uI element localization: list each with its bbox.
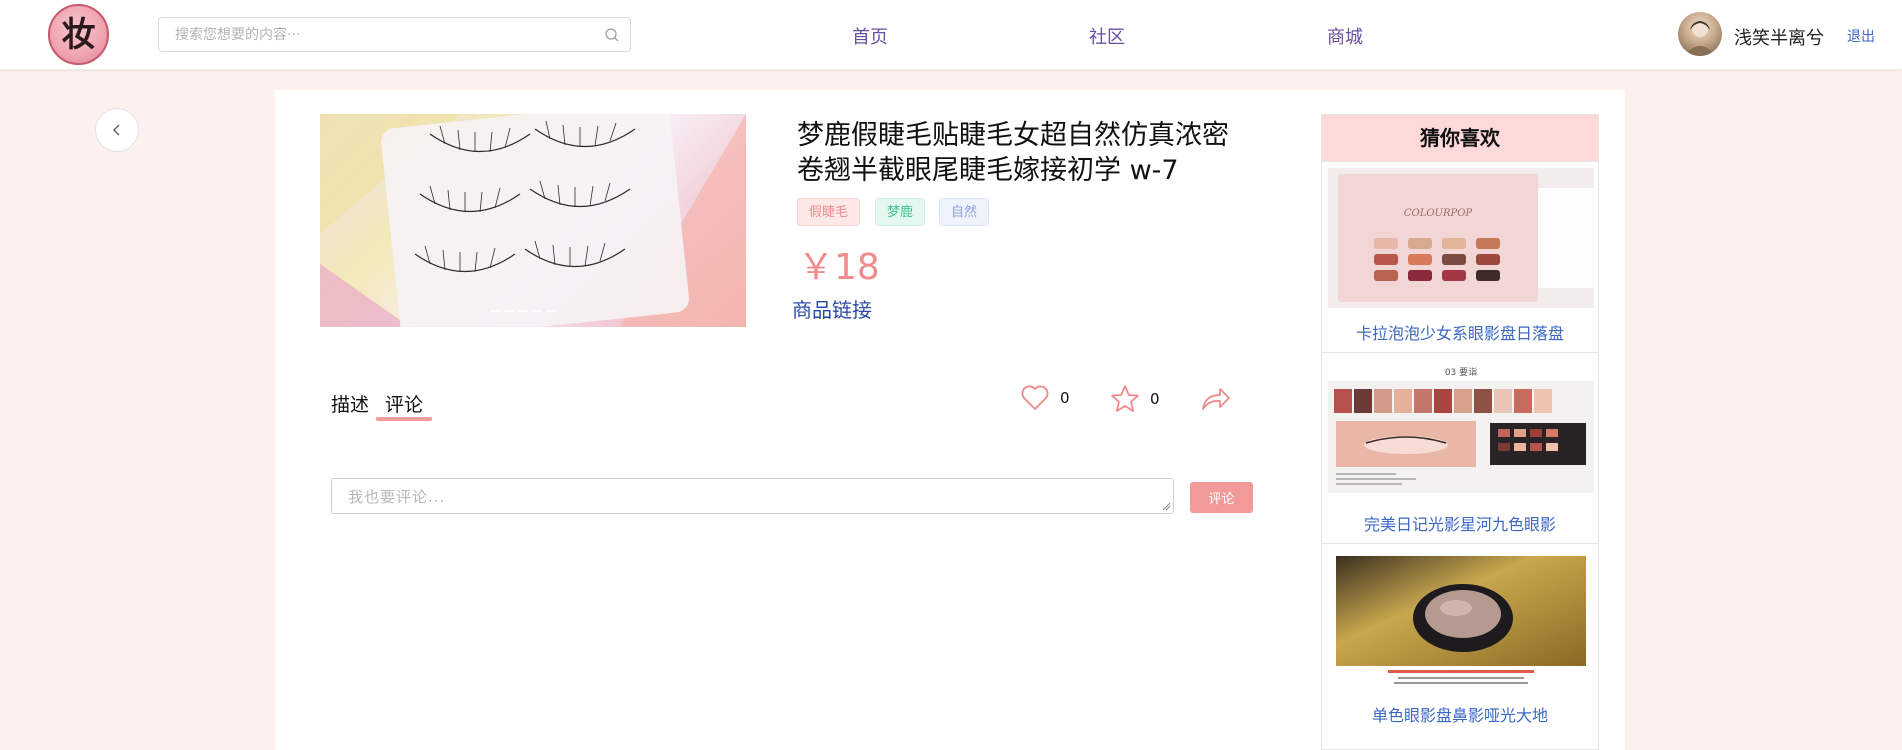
eyeshadow-swatch-image: 03 要诣 (1328, 359, 1594, 499)
top-header: 妆 首页 社区 商城 浅笑半离兮 退出 (0, 0, 1902, 70)
star-icon[interactable] (1110, 384, 1140, 414)
resize-handle-icon[interactable] (1161, 501, 1171, 511)
logo-text: 妆 (61, 14, 96, 55)
recommend-item-image[interactable]: COLOURPOP (1328, 168, 1594, 308)
tag-false-lashes[interactable]: 假睫毛 (797, 198, 861, 226)
tag-natural[interactable]: 自然 (939, 198, 990, 226)
comment-input-box (331, 478, 1174, 514)
single-eyeshadow-image (1328, 550, 1594, 690)
search-bar (158, 17, 631, 52)
search-icon[interactable] (604, 27, 620, 43)
product-image (320, 114, 746, 327)
username: 浅笑半离兮 (1734, 28, 1824, 49)
recommend-item-title[interactable]: 完美日记光影星河九色眼影 (1322, 511, 1598, 535)
search-input[interactable] (175, 26, 595, 44)
recommend-item-title[interactable]: 单色眼影盘鼻影哑光大地 (1322, 702, 1598, 726)
share-action[interactable] (1200, 384, 1232, 412)
active-tab-indicator (376, 417, 432, 421)
palette-brand-text: COLOURPOP (1404, 208, 1473, 219)
tab-description[interactable]: 描述 (331, 390, 369, 417)
favorite-action[interactable]: 0 (1110, 384, 1160, 414)
avatar[interactable] (1678, 12, 1722, 56)
swatch-caption-text: 03 要诣 (1445, 367, 1477, 378)
product-title: 梦鹿假睫毛贴睫毛女超自然仿真浓密卷翘半截眼尾睫毛嫁接初学 w-7 (797, 120, 1229, 186)
nav-home[interactable]: 首页 (852, 23, 888, 49)
heart-icon[interactable] (1020, 384, 1050, 412)
share-icon[interactable] (1200, 384, 1232, 412)
site-logo[interactable]: 妆 (48, 4, 109, 65)
logout-link[interactable]: 退出 (1847, 26, 1875, 46)
avatar-image (1684, 21, 1716, 56)
chevron-left-icon (113, 124, 120, 136)
recommend-item[interactable]: 03 要诣 完美日记光影星河九色眼影 (1322, 352, 1598, 543)
like-action[interactable]: 0 (1020, 384, 1070, 412)
recommend-item-image[interactable]: 03 要诣 (1328, 359, 1594, 499)
like-count: 0 (1060, 389, 1070, 407)
product-price: ￥18 (798, 247, 880, 288)
recommend-item[interactable]: COLOURPOP 卡拉泡泡少女系眼影盘日落盘 (1322, 161, 1598, 352)
nav-community[interactable]: 社区 (1089, 23, 1125, 49)
favorite-count: 0 (1150, 390, 1160, 408)
recommend-item-image[interactable] (1328, 550, 1594, 690)
tag-brand[interactable]: 梦鹿 (875, 198, 926, 226)
submit-comment-button[interactable]: 评论 (1190, 482, 1253, 513)
recommend-item-title[interactable]: 卡拉泡泡少女系眼影盘日落盘 (1322, 320, 1598, 344)
eyeshadow-palette-image: COLOURPOP (1328, 168, 1594, 308)
comment-input[interactable] (348, 486, 1138, 506)
product-link[interactable]: 商品链接 (792, 294, 872, 323)
product-detail-card: 梦鹿假睫毛贴睫毛女超自然仿真浓密卷翘半截眼尾睫毛嫁接初学 w-7 假睫毛 梦鹿 … (275, 90, 1625, 750)
recommend-panel: 猜你喜欢 COLOURPOP 卡拉泡泡少女系眼影盘日落盘 03 要诣 完美日记光… (1321, 114, 1599, 750)
nav-mall[interactable]: 商城 (1327, 23, 1363, 49)
recommend-item[interactable]: 单色眼影盘鼻影哑光大地 (1322, 543, 1598, 734)
eyelash-product-image (320, 114, 746, 327)
tab-comments[interactable]: 评论 (385, 390, 423, 417)
recommend-title: 猜你喜欢 (1322, 115, 1598, 161)
back-button[interactable] (95, 108, 139, 152)
